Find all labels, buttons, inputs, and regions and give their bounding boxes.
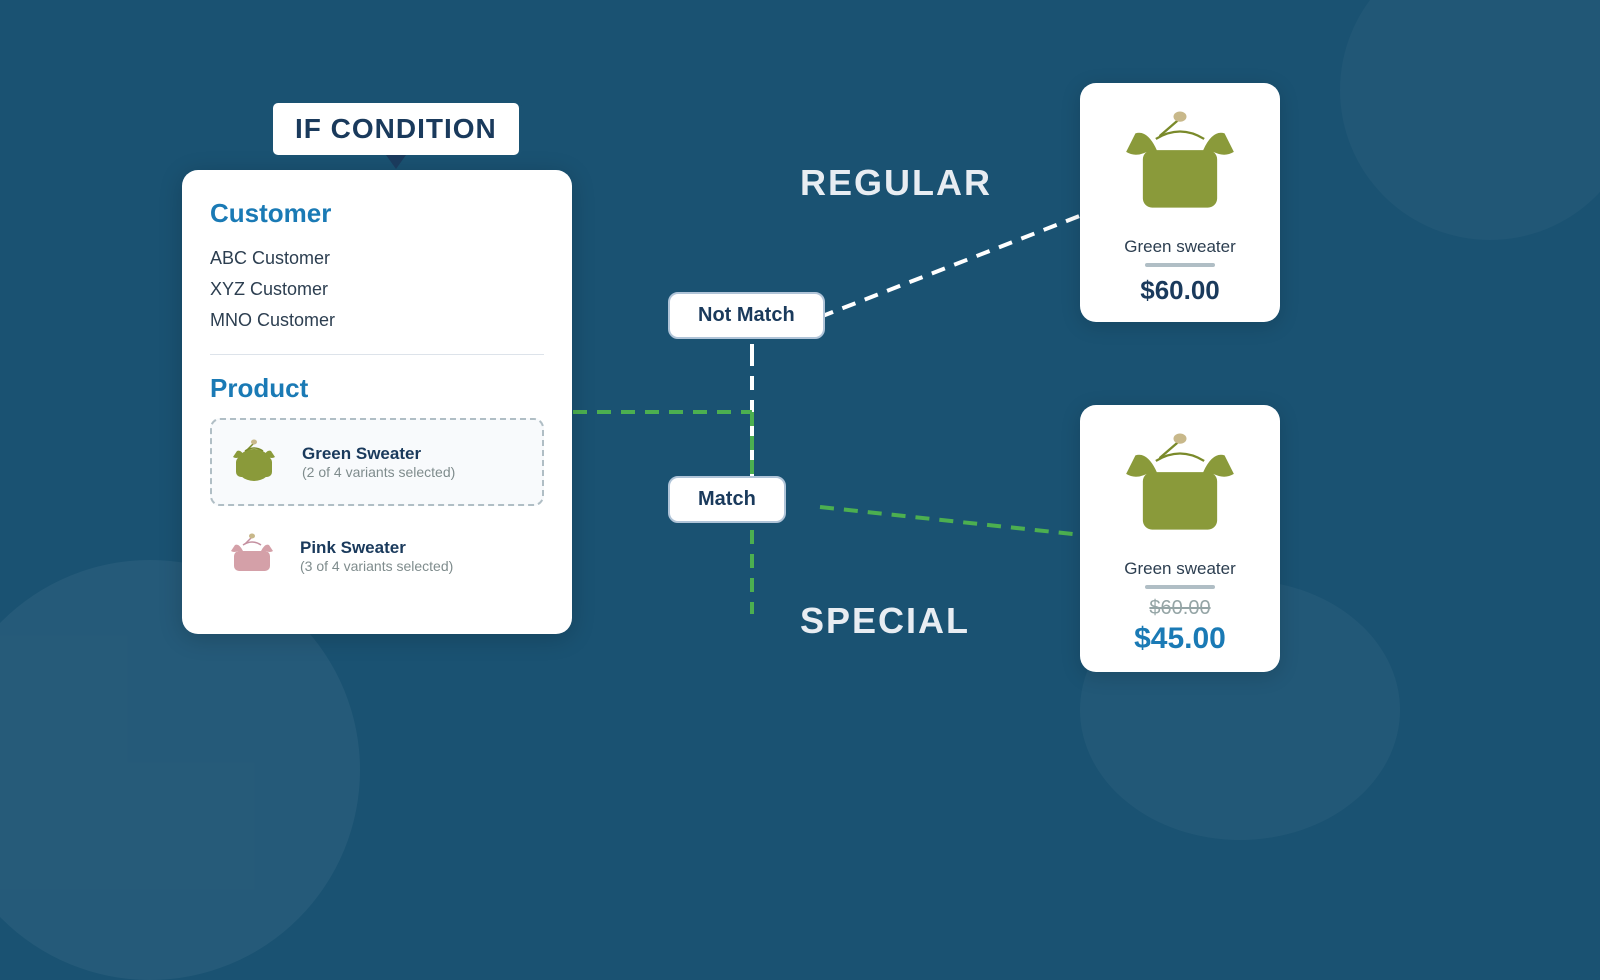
condition-card: Customer ABC Customer XYZ Customer MNO C… <box>182 170 572 634</box>
product-thumb-green <box>222 430 286 494</box>
special-price-discounted: $45.00 <box>1134 622 1226 656</box>
special-product-image <box>1115 421 1245 551</box>
special-product-name: Green sweater <box>1124 559 1236 579</box>
match-button[interactable]: Match <box>668 476 786 523</box>
customer-list: ABC Customer XYZ Customer MNO Customer <box>210 243 544 336</box>
match-label: Match <box>698 488 756 510</box>
condition-label: IF CONDITION <box>270 100 522 158</box>
regular-product-image <box>1115 99 1245 229</box>
result-card-regular: Green sweater $60.00 <box>1080 83 1280 322</box>
result-card-special: Green sweater $60.00 $45.00 <box>1080 405 1280 672</box>
product-variants-green: (2 of 4 variants selected) <box>302 464 455 480</box>
condition-label-text: IF CONDITION <box>295 113 497 144</box>
product-name-pink: Pink Sweater <box>300 538 453 558</box>
green-sweater-icon-small <box>227 435 281 489</box>
product-item-green[interactable]: Green Sweater (2 of 4 variants selected) <box>210 418 544 506</box>
bg-decoration-3 <box>1340 0 1600 240</box>
special-price-bar <box>1145 585 1215 589</box>
regular-product-name: Green sweater <box>1124 237 1236 257</box>
not-match-label: Not Match <box>698 304 795 326</box>
regular-price: $60.00 <box>1140 275 1220 306</box>
special-sweater-icon <box>1115 421 1245 551</box>
customer-mno: MNO Customer <box>210 305 544 336</box>
product-thumb-pink <box>220 524 284 588</box>
customer-abc: ABC Customer <box>210 243 544 274</box>
customer-xyz[interactable]: XYZ Customer <box>210 274 544 305</box>
regular-sweater-icon <box>1115 99 1245 229</box>
product-list: Green Sweater (2 of 4 variants selected)… <box>210 418 544 598</box>
section-divider <box>210 354 544 355</box>
regular-label: REGULAR <box>800 162 992 204</box>
special-label: SPECIAL <box>800 600 970 642</box>
product-name-green: Green Sweater <box>302 444 455 464</box>
product-info-pink: Pink Sweater (3 of 4 variants selected) <box>300 538 453 574</box>
customer-section-title: Customer <box>210 198 544 229</box>
regular-price-bar <box>1145 263 1215 267</box>
special-price-original: $60.00 <box>1149 597 1210 620</box>
not-match-button[interactable]: Not Match <box>668 292 825 339</box>
product-variants-pink: (3 of 4 variants selected) <box>300 558 453 574</box>
product-item-pink[interactable]: Pink Sweater (3 of 4 variants selected) <box>210 514 544 598</box>
pink-sweater-icon-small <box>225 529 279 583</box>
product-info-green: Green Sweater (2 of 4 variants selected) <box>302 444 455 480</box>
product-section-title: Product <box>210 373 544 404</box>
